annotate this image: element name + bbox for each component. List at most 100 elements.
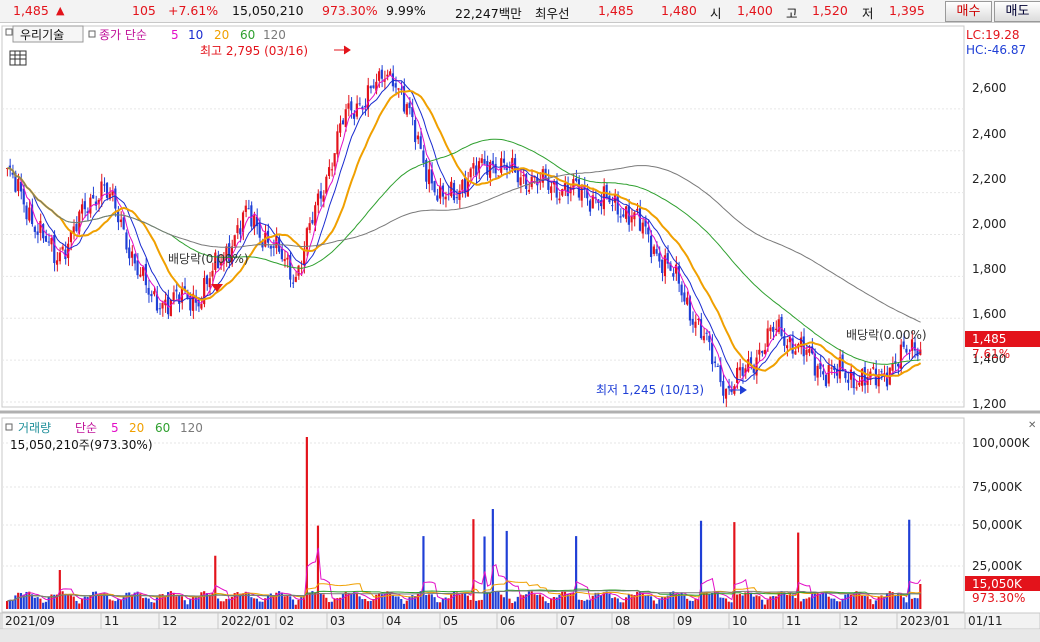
volume-bar bbox=[841, 598, 844, 609]
candle-body bbox=[153, 291, 156, 295]
candle-body bbox=[455, 197, 458, 199]
candle-body bbox=[105, 182, 109, 198]
candle-body bbox=[391, 73, 395, 87]
candle-body bbox=[205, 275, 209, 285]
volume-bar bbox=[738, 593, 741, 609]
candle-body bbox=[358, 103, 361, 105]
volume-bar bbox=[475, 600, 478, 609]
volume-bar bbox=[691, 601, 694, 609]
candle-body bbox=[239, 228, 242, 235]
volume-bar bbox=[699, 520, 703, 609]
candle-body bbox=[416, 135, 419, 140]
volume-bar bbox=[344, 591, 347, 609]
volume-bar bbox=[294, 604, 297, 609]
volume-bar bbox=[122, 596, 125, 609]
candle-body bbox=[28, 207, 31, 221]
volume-bar bbox=[858, 592, 861, 609]
volume-bar bbox=[488, 593, 492, 609]
candle-body bbox=[469, 168, 472, 178]
y-tick: 1,200 bbox=[972, 397, 1006, 411]
candle-body bbox=[316, 193, 320, 206]
volume-bar bbox=[616, 598, 619, 609]
volume-bar bbox=[175, 596, 178, 609]
volume-bar bbox=[214, 555, 217, 609]
volume-bar bbox=[538, 594, 542, 609]
volume-bar bbox=[283, 596, 286, 609]
volume-bar bbox=[558, 594, 561, 609]
table-grid-icon[interactable] bbox=[9, 50, 27, 66]
vol-ma20: 20 bbox=[129, 421, 144, 435]
price-panel[interactable] bbox=[1, 25, 965, 408]
volume-bar bbox=[183, 600, 186, 609]
candle-body bbox=[452, 182, 456, 201]
volume-bar bbox=[580, 599, 583, 609]
volume-bar bbox=[297, 599, 300, 609]
volume-bar bbox=[785, 594, 789, 609]
candle-body bbox=[502, 158, 506, 163]
candle-body bbox=[672, 273, 675, 277]
volume-bar bbox=[600, 595, 603, 609]
stock-chart[interactable]: 2,600 2,400 2,200 2,000 1,800 1,600 1,40… bbox=[0, 23, 1040, 642]
candle-body bbox=[161, 302, 164, 309]
x-axis-label: 12 bbox=[843, 614, 858, 628]
close-panel-icon[interactable]: ✕ bbox=[1028, 420, 1036, 431]
x-axis-label: 11 bbox=[104, 614, 119, 628]
sell-button[interactable]: 매도 bbox=[994, 1, 1040, 22]
volume-bar bbox=[860, 595, 864, 609]
volume-bar bbox=[8, 599, 11, 609]
candle-body bbox=[419, 136, 422, 149]
volume-bar bbox=[577, 599, 580, 609]
volume-bar bbox=[266, 594, 270, 609]
candle-body bbox=[686, 297, 689, 305]
volume-bar bbox=[389, 592, 392, 609]
current-price: 1,485 bbox=[13, 3, 49, 18]
volume-bar bbox=[802, 598, 805, 609]
volume-title: 거래량 bbox=[18, 421, 51, 435]
vol-y-tick: 50,000K bbox=[972, 518, 1023, 532]
volume-bar bbox=[400, 599, 403, 609]
volume-bar bbox=[916, 598, 919, 609]
candle-body bbox=[472, 163, 475, 169]
volume-bar bbox=[611, 598, 614, 609]
candle-body bbox=[766, 328, 769, 347]
candle-body bbox=[344, 109, 347, 128]
volume-bar bbox=[777, 592, 780, 609]
volume-bar bbox=[72, 596, 75, 609]
volume-bar bbox=[477, 600, 481, 609]
volume-bar bbox=[364, 598, 367, 609]
volume-bar bbox=[61, 591, 64, 609]
x-axis-label: 09 bbox=[677, 614, 692, 628]
candle-body bbox=[830, 367, 833, 369]
volume-bar bbox=[180, 596, 184, 609]
candle-body bbox=[327, 167, 331, 176]
candle-body bbox=[89, 197, 92, 214]
volume-bar bbox=[258, 601, 261, 609]
candle-body bbox=[816, 365, 819, 378]
chart-scrollbar[interactable] bbox=[0, 630, 1040, 642]
candle-body bbox=[336, 131, 339, 155]
volume-bar bbox=[652, 600, 655, 609]
volume-ratio: 973.30% bbox=[322, 3, 378, 18]
volume-bar bbox=[39, 598, 42, 609]
volume-bar bbox=[17, 592, 20, 609]
volume-bar bbox=[902, 597, 905, 609]
hc-value: HC:-46.87 bbox=[966, 43, 1026, 57]
volume-bar bbox=[730, 602, 733, 609]
candle-body bbox=[483, 158, 486, 164]
low-annotation: 최저 1,245 (10/13) bbox=[596, 383, 704, 397]
current-price-tag-text: 1,485 bbox=[972, 332, 1006, 346]
x-axis-label: 12 bbox=[162, 614, 177, 628]
buy-button[interactable]: 매수 bbox=[945, 1, 992, 22]
candle-body bbox=[891, 363, 894, 371]
candle-body bbox=[880, 371, 883, 373]
candle-body bbox=[500, 158, 503, 173]
candle-body bbox=[772, 326, 775, 332]
volume-bar bbox=[647, 594, 650, 609]
volume-bar bbox=[450, 594, 453, 609]
volume-bar bbox=[341, 593, 345, 609]
turnover-rate: 9.99% bbox=[386, 3, 426, 18]
y-tick: 2,600 bbox=[972, 81, 1006, 95]
candle-body bbox=[405, 104, 408, 115]
volume-bar bbox=[372, 599, 375, 609]
candle-body bbox=[805, 349, 808, 355]
